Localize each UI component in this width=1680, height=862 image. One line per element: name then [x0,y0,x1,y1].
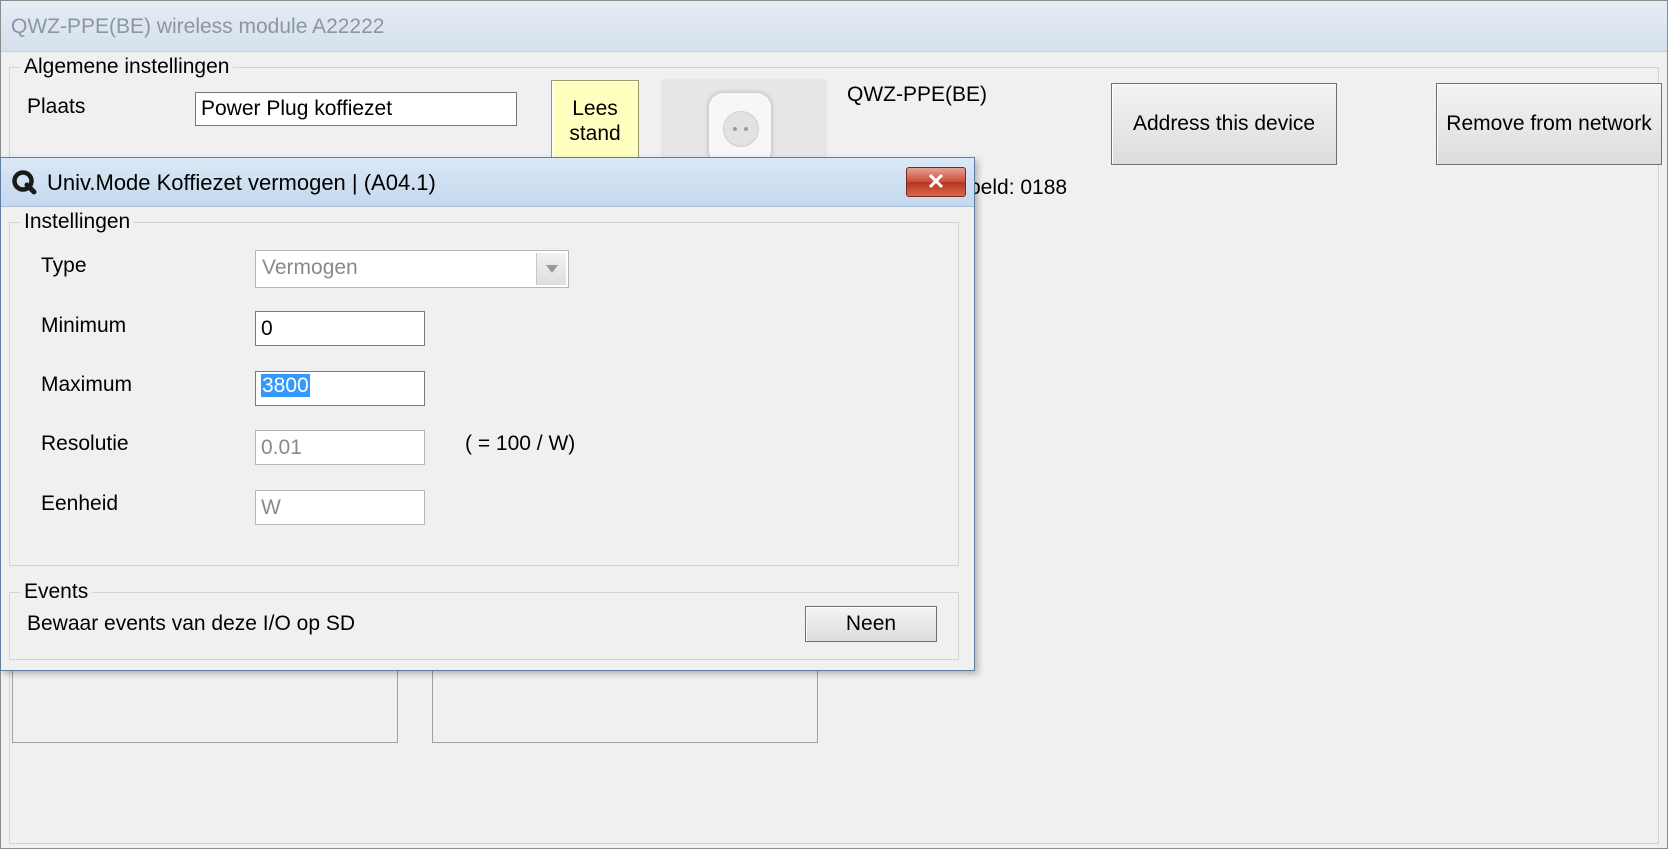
main-title-bar[interactable]: QWZ-PPE(BE) wireless module A22222 [1,1,1667,52]
lees-stand-label-1: Lees [572,97,618,120]
maximum-input[interactable]: 3800 [255,371,425,406]
chevron-down-icon[interactable] [536,253,566,285]
main-window-title: QWZ-PPE(BE) wireless module A22222 [11,15,385,38]
events-legend: Events [20,580,93,604]
maximum-label: Maximum [41,373,133,396]
close-button[interactable]: ✕ [906,167,966,197]
instellingen-legend: Instellingen [20,210,135,234]
minimum-label: Minimum [41,314,127,337]
device-model-text: QWZ-PPE(BE) [847,83,987,106]
dialog-title-bar[interactable]: Univ.Mode Koffiezet vermogen | (A04.1) ✕ [1,158,974,207]
lees-stand-label-2: stand [569,122,621,145]
socket-icon [723,111,759,147]
address-device-button[interactable]: Address this device [1111,83,1337,165]
dialog-title: Univ.Mode Koffiezet vermogen | (A04.1) [47,170,436,195]
plaats-input[interactable] [195,92,517,126]
maximum-value-selected: 3800 [261,374,310,397]
eenheid-label: Eenheid [41,492,119,515]
events-description: Bewaar events van deze I/O op SD [27,612,356,635]
resolutie-note: ( = 100 / W) [465,432,576,455]
general-settings-legend: Algemene instellingen [20,55,234,79]
plaats-label: Plaats [27,95,86,118]
peld-text: peld: 0188 [969,176,1068,199]
close-icon: ✕ [926,169,946,194]
resolutie-label: Resolutie [41,432,129,455]
power-plug-image [709,93,771,161]
resolutie-input[interactable] [255,430,425,465]
device-image [661,79,827,161]
app-q-icon [12,170,37,195]
type-label: Type [41,254,87,277]
eenheid-input[interactable] [255,490,425,525]
type-select-value: Vermogen [262,256,358,279]
neen-button[interactable]: Neen [805,606,937,642]
type-select[interactable]: Vermogen [255,250,569,288]
minimum-input[interactable] [255,311,425,346]
univ-mode-dialog: Univ.Mode Koffiezet vermogen | (A04.1) ✕… [0,157,975,671]
lees-stand-button[interactable]: Lees stand [551,80,639,162]
remove-from-network-button[interactable]: Remove from network [1436,83,1662,165]
